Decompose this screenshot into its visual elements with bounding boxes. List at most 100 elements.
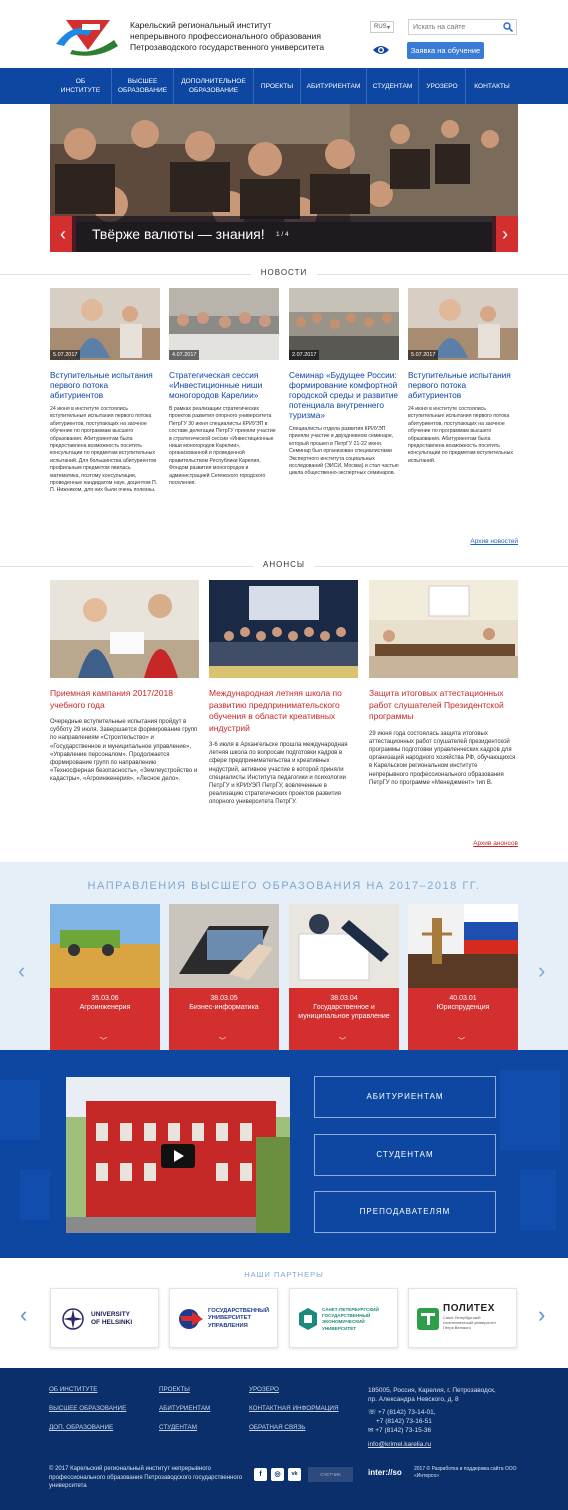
announcement-image[interactable] [209, 580, 358, 678]
partners-title: НАШИ ПАРТНЕРЫ [244, 1270, 324, 1279]
announcement-title[interactable]: Защита итоговых аттестационных работ слу… [369, 688, 518, 723]
partner-polytech[interactable]: ПОЛИТЕХ Санкт-Петербургский политехничес… [408, 1288, 517, 1348]
announcement-card[interactable]: Защита итоговых аттестационных работ слу… [369, 580, 518, 787]
news-date: 5.07.2017 [50, 350, 81, 360]
direction-card[interactable]: 40.03.01 Юриспруденция ﹀ [408, 904, 518, 1050]
language-select[interactable]: RUS ▼ [370, 21, 394, 33]
eye-icon[interactable] [372, 44, 390, 56]
footer-link[interactable]: Контактная информация [249, 1405, 339, 1412]
vk-icon[interactable]: vk [288, 1468, 301, 1481]
footer-link[interactable]: Об институте [49, 1386, 97, 1393]
direction-card[interactable]: 35.03.06 Агроинженерия ﹀ [50, 904, 160, 1050]
partner-spbgeu[interactable]: САНКТ-ПЕТЕРБУРГСКИЙ ГОСУДАРСТВЕННЫЙ ЭКОН… [289, 1288, 398, 1348]
news-title[interactable]: Стратегическая сессия «Инвестиционные ни… [169, 370, 279, 400]
institute-logo[interactable] [52, 16, 124, 56]
site-footer: Об институте Высшее образование Доп. обр… [0, 1368, 568, 1510]
play-icon[interactable] [161, 1144, 195, 1168]
footer-link[interactable]: Урозеро [249, 1386, 279, 1393]
news-card[interactable]: 5.07.2017 Вступительные испытания первог… [408, 288, 518, 465]
nav-item-contacts[interactable]: Контакты [466, 68, 518, 104]
news-image[interactable]: 5.07.2017 [408, 288, 518, 360]
phone-number[interactable]: +7 (8142) 73-16-51 [368, 1417, 436, 1426]
audience-band: АБИТУРИЕНТАМ СТУДЕНТАМ ПРЕПОДАВАТЕЛЯМ [0, 1050, 568, 1258]
facebook-icon[interactable]: f [254, 1468, 267, 1481]
direction-name: Бизнес-информатика [189, 1004, 259, 1011]
announcement-card[interactable]: Приемная кампания 2017/2018 учебного год… [50, 580, 199, 784]
partner-name-line: УНИВЕРСИТЕТ [322, 1325, 357, 1331]
chevron-down-icon[interactable]: ﹀ [339, 1036, 346, 1046]
announcements-section-title: АНОНСЫ [0, 560, 568, 569]
nav-item-higher-education[interactable]: Высшее образование [112, 68, 174, 104]
nav-item-about[interactable]: Об институте [50, 68, 112, 104]
copyright: © 2017 Карельский региональный институт … [49, 1466, 243, 1489]
partner-guu[interactable]: ГОСУДАРСТВЕННЫЙ УНИВЕРСИТЕТ УПРАВЛЕНИЯ [169, 1288, 278, 1348]
footer-link[interactable]: Проекты [159, 1386, 190, 1393]
news-text: Специалисты отдела развития КРИУЭП приня… [289, 426, 399, 477]
direction-card[interactable]: 38.03.04 Государственное и муниципальное… [289, 904, 399, 1050]
directions-prev-arrow[interactable]: ‹ [18, 958, 25, 984]
directions-next-arrow[interactable]: › [538, 958, 545, 984]
footer-phones: ☏ +7 (8142) 73-14-01, +7 (8142) 73-16-51… [368, 1408, 436, 1435]
news-card[interactable]: 4.07.2017 Стратегическая сессия «Инвести… [169, 288, 279, 487]
footer-link[interactable]: Студентам [159, 1424, 197, 1431]
news-section-title: НОВОСТИ [0, 268, 568, 277]
slide-caption: Твёрже валюты — знания! 1 / 4 [72, 216, 496, 252]
direction-card[interactable]: 38.03.05 Бизнес-информатика ﹀ [169, 904, 279, 1050]
search-input[interactable] [409, 20, 499, 34]
partner-name-line: ГОСУДАРСТВЕННЫЙ [208, 1308, 270, 1314]
search-icon[interactable] [503, 22, 513, 32]
apply-button[interactable]: Заявка на обучение [407, 42, 484, 59]
nav-item-applicants[interactable]: Абитуриентам [301, 68, 367, 104]
video-player[interactable] [66, 1077, 290, 1233]
nav-item-students[interactable]: Студентам [367, 68, 419, 104]
announcement-image[interactable] [369, 580, 518, 678]
spbgeu-logo-icon [299, 1308, 317, 1330]
footer-link[interactable]: Обратная связь [249, 1424, 305, 1431]
announcement-card[interactable]: Международная летняя школа по развитию п… [209, 580, 358, 807]
visit-counter[interactable]: СЧЕТЧИК [308, 1467, 353, 1482]
partner-helsinki[interactable]: UNIVERSITY OF HELSINKI [50, 1288, 159, 1348]
partner-name-line: УПРАВЛЕНИЯ [208, 1322, 248, 1329]
chevron-down-icon[interactable]: ﹀ [458, 1036, 465, 1046]
nav-item-projects[interactable]: Проекты [254, 68, 301, 104]
news-card[interactable]: 2.07.2017 Семинар «Будущее России: форми… [289, 288, 399, 478]
phone-number[interactable]: +7 (8142) 73-14-01, [378, 1409, 436, 1416]
phone-icon: ☏ [368, 1409, 378, 1416]
news-image[interactable]: 4.07.2017 [169, 288, 279, 360]
news-image[interactable]: 2.07.2017 [289, 288, 399, 360]
nav-item-additional-education[interactable]: Дополнительное образование [174, 68, 254, 104]
direction-image [289, 904, 399, 988]
footer-link[interactable]: Доп. образование [49, 1424, 113, 1431]
students-button[interactable]: СТУДЕНТАМ [314, 1134, 496, 1176]
footer-link[interactable]: Высшее образование [49, 1405, 126, 1412]
org-name-line: непрерывного профессионального образован… [130, 31, 321, 41]
phone-number[interactable]: +7 (8142) 73-15-36 [375, 1427, 431, 1434]
applicants-button[interactable]: АБИТУРИЕНТАМ [314, 1076, 496, 1118]
developer-logo[interactable]: inter://so [368, 1468, 402, 1477]
announcements-archive-link[interactable]: Архив анонсов [473, 840, 518, 847]
address-line: 185005, Россия, Карелия, г. Петрозаводск… [368, 1387, 496, 1394]
slide-title: Твёрже валюты — знания! [92, 226, 265, 242]
news-archive-link[interactable]: Архив новостей [470, 538, 518, 545]
partners-next-arrow[interactable]: › [538, 1302, 545, 1328]
announcement-image[interactable] [50, 580, 199, 678]
announcement-title[interactable]: Приемная кампания 2017/2018 учебного год… [50, 688, 199, 711]
news-image[interactable]: 5.07.2017 [50, 288, 160, 360]
partners-prev-arrow[interactable]: ‹ [20, 1302, 27, 1328]
news-title[interactable]: Вступительные испытания первого потока а… [50, 370, 160, 400]
chevron-down-icon[interactable]: ﹀ [100, 1036, 107, 1046]
chevron-down-icon: ▼ [386, 25, 391, 31]
instagram-icon[interactable]: ◎ [271, 1468, 284, 1481]
teachers-button[interactable]: ПРЕПОДАВАТЕЛЯМ [314, 1191, 496, 1233]
address-line: пр. Александра Невского, д. 8 [368, 1396, 459, 1403]
footer-link[interactable]: Абитуриентам [159, 1405, 210, 1412]
news-date: 4.07.2017 [169, 350, 200, 360]
announcement-title[interactable]: Международная летняя школа по развитию п… [209, 688, 358, 734]
news-card[interactable]: 5.07.2017 Вступительные испытания первог… [50, 288, 160, 495]
nav-item-urozero[interactable]: Урозеро [419, 68, 466, 104]
news-title[interactable]: Семинар «Будущее России: формирование ко… [289, 370, 399, 420]
news-date: 2.07.2017 [289, 350, 320, 360]
news-title[interactable]: Вступительные испытания первого потока а… [408, 370, 518, 400]
chevron-down-icon[interactable]: ﹀ [219, 1036, 226, 1046]
footer-email[interactable]: info@krimel.karelia.ru [368, 1440, 431, 1449]
